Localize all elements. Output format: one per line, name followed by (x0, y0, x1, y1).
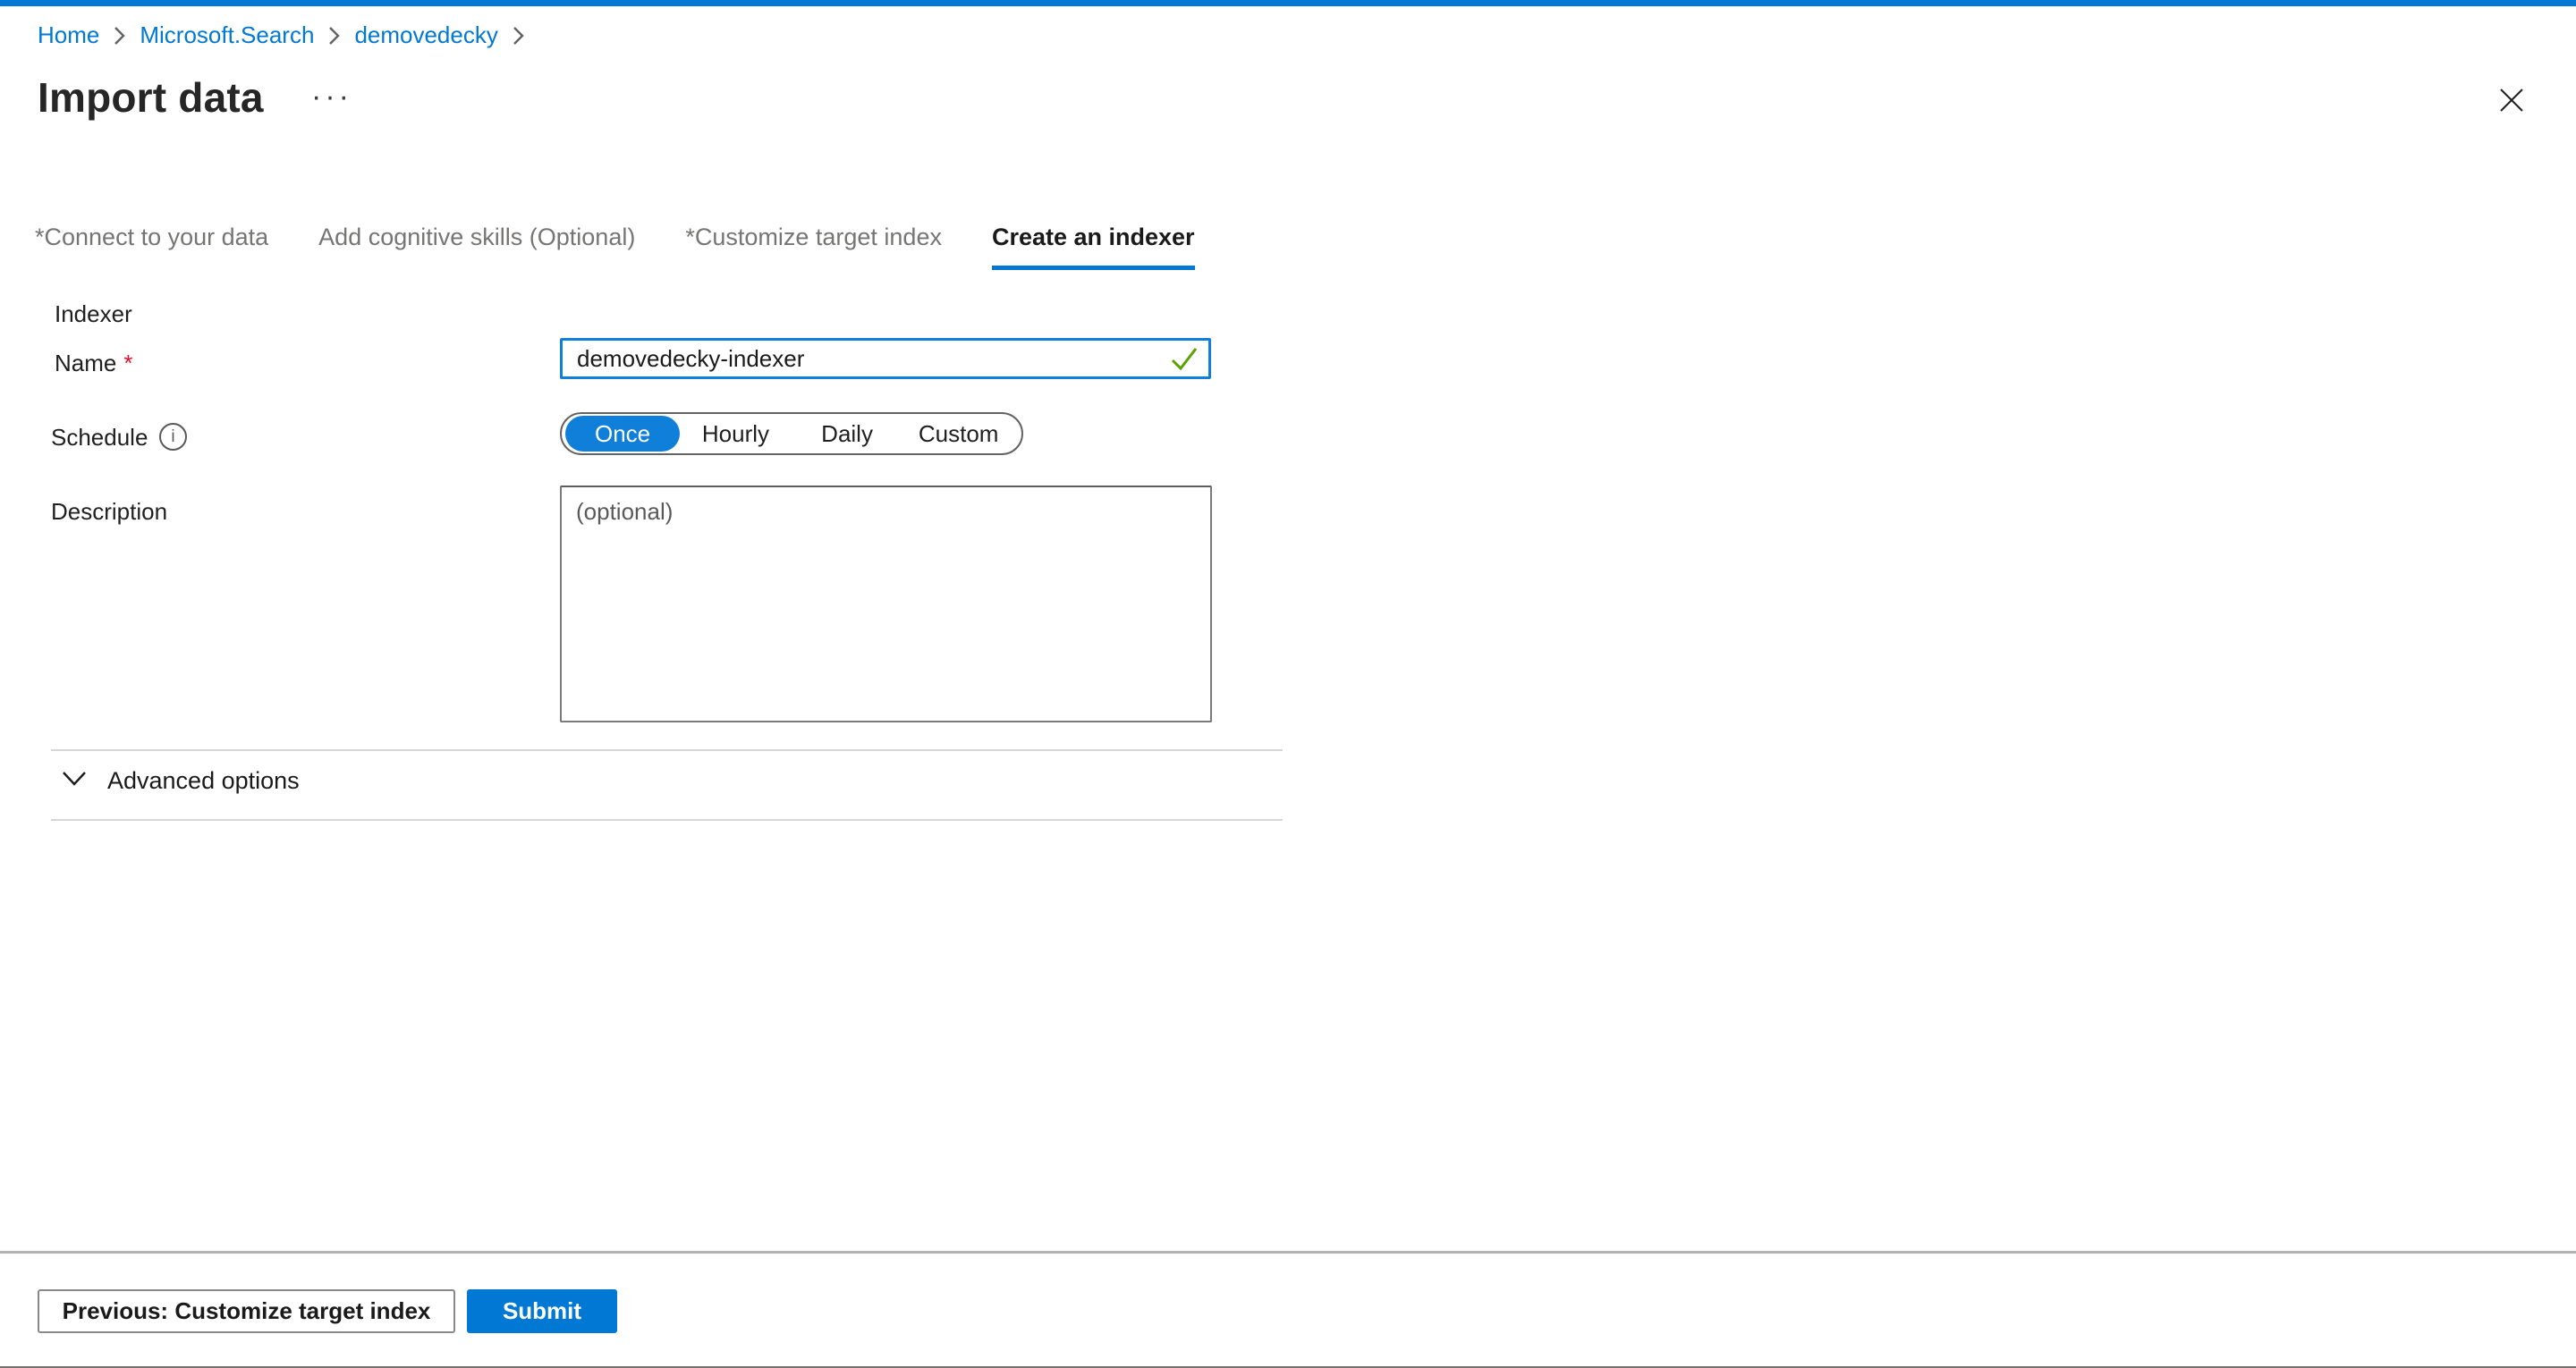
divider (51, 819, 1283, 821)
name-field-wrapper (560, 338, 1211, 379)
schedule-option-once[interactable]: Once (565, 416, 680, 452)
validation-check-icon (1170, 345, 1199, 376)
schedule-option-custom[interactable]: Custom (902, 420, 1014, 448)
page-title: Import data (38, 73, 264, 122)
description-label: Description (51, 498, 167, 526)
previous-button[interactable]: Previous: Customize target index (38, 1289, 455, 1333)
close-icon (2497, 86, 2526, 119)
close-button[interactable] (2488, 79, 2535, 125)
breadcrumb-link-home[interactable]: Home (38, 21, 99, 49)
tab-create-an-indexer[interactable]: Create an indexer (992, 224, 1195, 270)
schedule-label: Schedule (51, 424, 148, 452)
description-textarea[interactable] (560, 486, 1212, 722)
required-asterisk: * (123, 350, 132, 376)
schedule-toggle-group: Once Hourly Daily Custom (560, 412, 1023, 455)
section-title-indexer: Indexer (55, 300, 132, 328)
advanced-options-toggle[interactable]: Advanced options (61, 767, 300, 795)
breadcrumb: Home Microsoft.Search demovedecky (38, 21, 524, 49)
chevron-right-icon (328, 26, 340, 46)
name-label: Name * (55, 350, 132, 377)
top-accent-bar (0, 0, 2576, 6)
info-icon[interactable]: i (159, 423, 187, 451)
name-input[interactable] (560, 338, 1211, 379)
chevron-right-icon (513, 26, 524, 46)
schedule-option-hourly[interactable]: Hourly (680, 420, 792, 448)
tab-connect-to-your-data[interactable]: *Connect to your data (35, 224, 268, 270)
footer-separator (0, 1251, 2576, 1254)
more-options-button[interactable]: ··· (306, 79, 358, 114)
name-label-text: Name (55, 350, 116, 376)
schedule-option-daily[interactable]: Daily (792, 420, 903, 448)
submit-button[interactable]: Submit (467, 1289, 617, 1333)
divider (51, 749, 1283, 751)
chevron-right-icon (114, 26, 125, 46)
breadcrumb-link-demovedecky[interactable]: demovedecky (354, 21, 497, 49)
chevron-down-icon (61, 770, 88, 792)
tab-customize-target-index[interactable]: *Customize target index (685, 224, 942, 270)
wizard-tabs: *Connect to your data Add cognitive skil… (35, 224, 1195, 270)
advanced-options-label: Advanced options (107, 767, 300, 795)
tab-add-cognitive-skills[interactable]: Add cognitive skills (Optional) (318, 224, 635, 270)
breadcrumb-link-microsoft-search[interactable]: Microsoft.Search (140, 21, 314, 49)
